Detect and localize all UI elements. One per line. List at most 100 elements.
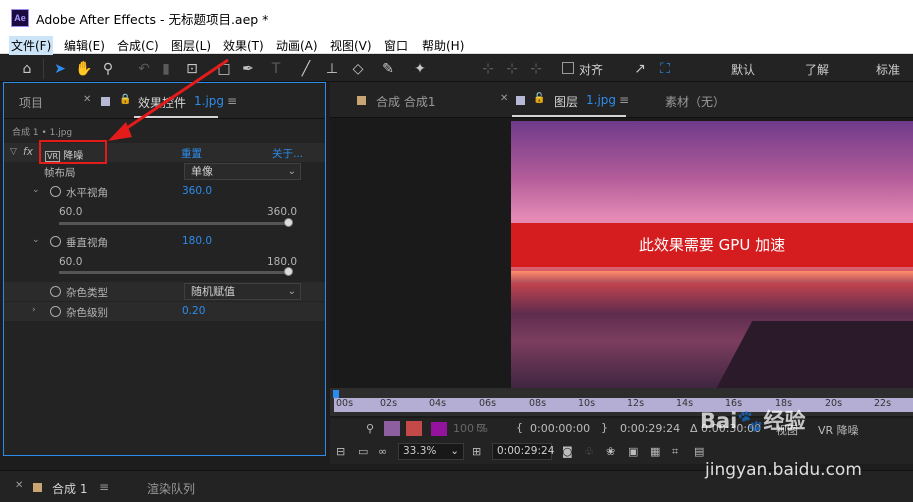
vertical-fov-slider-track[interactable] xyxy=(59,271,289,274)
menu-file[interactable]: 文件(F) xyxy=(9,36,54,55)
menu-window[interactable]: 窗口 xyxy=(382,36,410,55)
dropdown-value: 随机赋值 xyxy=(191,285,235,298)
panel-menu-icon[interactable]: ≡ xyxy=(99,480,109,494)
playhead-marker[interactable] xyxy=(333,390,339,398)
camera-tool-icon[interactable]: ▮ xyxy=(156,59,176,79)
mask-icon[interactable] xyxy=(384,421,400,436)
tab-footage[interactable]: 素材（无） xyxy=(665,93,725,110)
vertical-fov-slider-knob[interactable] xyxy=(284,267,293,276)
channels-icon[interactable]: ❀ xyxy=(606,445,615,458)
about-link[interactable]: 关于... xyxy=(272,146,303,161)
twirl-right-icon[interactable]: › xyxy=(32,305,36,315)
lock-icon[interactable]: 🔒 xyxy=(119,94,131,105)
axis-local-icon[interactable]: ⊹ xyxy=(478,59,498,79)
axis-view-icon[interactable]: ⊹ xyxy=(526,59,546,79)
tab-layer[interactable]: 图层 xyxy=(554,93,578,110)
guides-icon[interactable]: ⌗ xyxy=(672,445,678,459)
menu-composition[interactable]: 合成(C) xyxy=(115,36,161,55)
eraser-tool-icon[interactable]: ◇ xyxy=(348,59,368,79)
workspace-learn[interactable]: 了解 xyxy=(805,61,829,78)
tab-composition[interactable]: 合成 合成1 xyxy=(376,93,435,110)
tab-render-queue[interactable]: 渲染队列 xyxy=(147,480,195,497)
reset-link[interactable]: 重置 xyxy=(181,146,202,161)
panel-menu-icon[interactable]: ≡ xyxy=(227,94,237,108)
selection-tool-icon[interactable]: ➤ xyxy=(50,59,70,79)
stopwatch-icon[interactable] xyxy=(50,236,61,247)
menu-edit[interactable]: 编辑(E) xyxy=(62,36,107,55)
out-time[interactable]: 0:00:29:24 xyxy=(620,422,680,435)
monitor-icon[interactable]: ▭ xyxy=(358,445,368,458)
in-point-icon[interactable]: { xyxy=(516,421,523,434)
time-ruler[interactable]: 00s 02s 04s 06s 08s 10s 12s 14s 16s 18s … xyxy=(334,398,913,412)
horizontal-fov-slider-track[interactable] xyxy=(59,222,289,225)
panel-menu-icon[interactable]: ≡ xyxy=(619,93,629,107)
param-label: 帧布局 xyxy=(44,167,76,179)
show-snapshot-icon[interactable]: ♧ xyxy=(584,445,594,458)
tab-project[interactable]: 项目 xyxy=(19,94,43,111)
hand-tool-icon[interactable]: ✋ xyxy=(74,59,94,79)
grid-icon[interactable]: ▤ xyxy=(694,445,704,458)
puppet-tool-icon[interactable]: ✦ xyxy=(410,59,430,79)
menu-layer[interactable]: 图层(L) xyxy=(169,36,213,55)
noise-type-dropdown[interactable]: 随机赋值 ⌄ xyxy=(184,283,301,300)
pin-icon[interactable]: ⚲ xyxy=(366,422,374,435)
timecode-field[interactable]: 0:00:29:24 xyxy=(492,443,554,460)
twirl-down-icon[interactable]: ▽ xyxy=(10,147,17,157)
param-value[interactable]: 360.0 xyxy=(182,185,212,197)
twirl-down-icon[interactable]: ⌄ xyxy=(32,235,40,245)
slider-min-label: 60.0 xyxy=(59,206,83,218)
workspace-default[interactable]: 默认 xyxy=(731,61,755,78)
onion-icon[interactable] xyxy=(406,421,422,436)
menu-help[interactable]: 帮助(H) xyxy=(420,36,466,55)
tab-timeline-comp[interactable]: 合成 1 xyxy=(52,480,87,497)
rectangle-tool-icon[interactable]: □ xyxy=(214,59,234,79)
snap-option-icon[interactable]: ↗ xyxy=(630,59,650,79)
frame-layout-dropdown[interactable]: 单像 ⌄ xyxy=(184,163,301,180)
snap-grid-icon[interactable]: ⛶ xyxy=(655,59,675,79)
axis-world-icon[interactable]: ⊹ xyxy=(502,59,522,79)
workspace-standard[interactable]: 标准 xyxy=(876,61,900,78)
stopwatch-icon[interactable] xyxy=(50,186,61,197)
transparency-grid-icon[interactable]: ▦ xyxy=(650,445,660,458)
menu-effect[interactable]: 效果(T) xyxy=(221,36,266,55)
lock-icon[interactable]: 🔓 xyxy=(533,93,545,104)
zoom-tool-icon[interactable]: ⚲ xyxy=(98,59,118,79)
view-vr-label[interactable]: VR 降噪 xyxy=(818,422,859,438)
region-of-interest-icon[interactable]: ▣ xyxy=(628,445,638,458)
pan-behind-tool-icon[interactable]: ⊡ xyxy=(182,59,202,79)
param-value[interactable]: 0.20 xyxy=(182,305,205,317)
fit-icon[interactable]: ⊞ xyxy=(472,445,481,458)
menu-view[interactable]: 视图(V) xyxy=(328,36,374,55)
always-preview-icon[interactable]: ⊟ xyxy=(336,445,345,458)
menu-animation[interactable]: 动画(A) xyxy=(274,36,320,55)
stopwatch-icon[interactable] xyxy=(50,286,61,297)
out-point-icon[interactable]: } xyxy=(601,421,608,434)
close-icon[interactable]: ✕ xyxy=(500,93,508,104)
snap-checkbox[interactable] xyxy=(562,62,574,74)
zoom-dropdown[interactable]: 33.3% ⌄ xyxy=(398,443,464,460)
vr-goggles-icon[interactable]: ∞ xyxy=(378,445,387,458)
snapshot-icon[interactable]: ◙ xyxy=(562,445,573,458)
tab-effect-controls[interactable]: 效果控件 xyxy=(138,94,186,111)
stopwatch-icon[interactable] xyxy=(50,306,61,317)
window-title: Adobe After Effects - 无标题项目.aep * xyxy=(36,12,269,27)
roto-brush-tool-icon[interactable]: ✎ xyxy=(378,59,398,79)
clone-stamp-tool-icon[interactable]: ⊥ xyxy=(322,59,342,79)
pen-tool-icon[interactable]: ✒ xyxy=(238,59,258,79)
type-tool-icon[interactable]: T xyxy=(266,59,286,79)
close-icon[interactable]: ✕ xyxy=(83,94,91,105)
rotate-tool-icon[interactable]: ↶ xyxy=(134,59,154,79)
param-value[interactable]: 180.0 xyxy=(182,235,212,247)
home-icon[interactable]: ⌂ xyxy=(17,59,37,79)
fx-icon[interactable]: fx xyxy=(23,146,33,158)
color-swatch-icon[interactable] xyxy=(431,422,447,436)
effect-name[interactable]: VR 降噪 xyxy=(45,147,83,162)
in-time[interactable]: 0:00:00:00 xyxy=(530,422,590,435)
twirl-down-icon[interactable]: ⌄ xyxy=(32,185,40,195)
close-icon[interactable]: ✕ xyxy=(15,480,23,491)
tab-layer-name[interactable]: 1.jpg xyxy=(586,93,616,107)
horizontal-fov-slider-knob[interactable] xyxy=(284,218,293,227)
opacity-icon[interactable]: ⊡ xyxy=(476,421,485,434)
brush-tool-icon[interactable]: ╱ xyxy=(296,59,316,79)
tab-effect-controls-layer[interactable]: 1.jpg xyxy=(194,94,224,108)
